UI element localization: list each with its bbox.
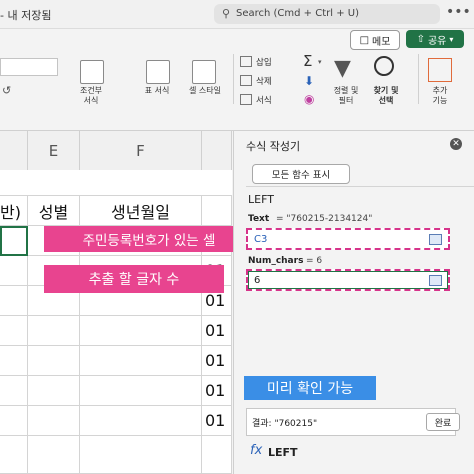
cell[interactable] bbox=[0, 406, 28, 436]
num-chars-input[interactable]: 6 bbox=[246, 269, 450, 291]
cell[interactable] bbox=[80, 316, 202, 346]
divider bbox=[246, 186, 474, 187]
cell-birthdate[interactable]: 01 bbox=[202, 376, 232, 406]
cell[interactable] bbox=[0, 316, 28, 346]
cell-reference-icon[interactable] bbox=[429, 275, 442, 286]
num-chars-preview: = 6 bbox=[306, 256, 323, 266]
format-label: 서식 bbox=[256, 96, 272, 106]
text-arg-value: C3 bbox=[254, 233, 268, 245]
find-select-label: 찾기 및 선택 bbox=[373, 86, 399, 105]
cell-header-birthdate[interactable]: 생년월일 bbox=[80, 196, 202, 226]
selected-cell[interactable] bbox=[0, 226, 28, 256]
clear-icon[interactable]: ◉ bbox=[304, 92, 314, 106]
divider bbox=[418, 54, 419, 104]
cell[interactable] bbox=[80, 346, 202, 376]
num-chars-label: Num_chars bbox=[248, 256, 304, 266]
fx-function-name: LEFT bbox=[268, 446, 298, 459]
memo-label: 메모 bbox=[372, 36, 391, 48]
addins-icon[interactable] bbox=[428, 58, 452, 82]
autosum-icon[interactable]: Σ bbox=[303, 52, 312, 70]
text-arg-input[interactable]: C3 bbox=[246, 228, 450, 250]
cell-style-icon[interactable] bbox=[192, 60, 216, 84]
table-format-icon[interactable] bbox=[146, 60, 170, 84]
document-title: - 내 저장됨 bbox=[0, 9, 52, 22]
cell[interactable] bbox=[0, 346, 28, 376]
sort-filter-label: 정렬 및 필터 bbox=[333, 86, 359, 105]
cell[interactable] bbox=[28, 406, 80, 436]
cell[interactable] bbox=[28, 376, 80, 406]
table-format-label: 표 서식 bbox=[144, 86, 170, 95]
conditional-format-icon[interactable] bbox=[80, 60, 104, 84]
search-placeholder: Search (Cmd + Ctrl + U) bbox=[236, 8, 359, 19]
cell[interactable] bbox=[28, 346, 80, 376]
share-icon: ⇧ bbox=[416, 33, 425, 45]
divider bbox=[0, 28, 474, 29]
blank-row bbox=[0, 170, 232, 196]
delete-icon[interactable] bbox=[240, 75, 252, 86]
chevron-down-icon: ▾ bbox=[449, 34, 454, 44]
cell[interactable] bbox=[28, 316, 80, 346]
column-header-d[interactable] bbox=[0, 131, 28, 171]
format-icon[interactable] bbox=[240, 94, 252, 105]
delete-label: 삭제 bbox=[256, 77, 272, 87]
search-icon: ⚲ bbox=[222, 7, 231, 20]
function-name: LEFT bbox=[248, 193, 274, 206]
conditional-format-label: 조건부 서식 bbox=[79, 86, 103, 105]
fill-icon[interactable]: ⬇ bbox=[304, 74, 314, 88]
divider bbox=[233, 54, 234, 104]
cell[interactable] bbox=[80, 376, 202, 406]
chevron-down-icon[interactable]: ▾ bbox=[318, 58, 322, 66]
column-header-e[interactable]: E bbox=[28, 131, 80, 171]
comment-icon: □ bbox=[359, 34, 370, 46]
cell[interactable] bbox=[0, 436, 28, 474]
show-all-functions-button[interactable]: 모든 함수 표시 bbox=[252, 164, 350, 184]
close-icon[interactable]: ✕ bbox=[450, 138, 462, 150]
more-icon[interactable]: ••• bbox=[446, 4, 471, 20]
cell-birthdate[interactable]: 01 bbox=[202, 316, 232, 346]
result-text: 결과: "760215" bbox=[252, 419, 318, 429]
text-arg-preview: = "760215-2134124" bbox=[276, 214, 373, 224]
annotation-label-cell: 주민등록번호가 있는 셀 bbox=[44, 226, 254, 252]
cell-birthdate[interactable]: 01 bbox=[202, 406, 232, 436]
cell-header-class[interactable]: 반) bbox=[0, 196, 28, 226]
cell-style-label: 셀 스타일 bbox=[189, 86, 221, 95]
insert-icon[interactable] bbox=[240, 56, 252, 67]
fx-icon: fx bbox=[250, 443, 263, 458]
share-button[interactable]: ⇧ 공유 ▾ bbox=[406, 30, 464, 48]
cell[interactable] bbox=[80, 406, 202, 436]
name-box[interactable] bbox=[0, 58, 58, 76]
text-arg-label: Text bbox=[248, 214, 270, 224]
cell-birthdate[interactable]: 01 bbox=[202, 346, 232, 376]
cell[interactable] bbox=[0, 376, 28, 406]
sort-filter-icon[interactable]: ▼ bbox=[334, 56, 351, 81]
num-chars-value: 6 bbox=[254, 274, 261, 286]
share-label: 공유 bbox=[427, 35, 447, 47]
cell-reference-icon[interactable] bbox=[429, 234, 442, 245]
cell[interactable] bbox=[202, 436, 232, 474]
find-icon[interactable] bbox=[374, 56, 394, 76]
annotation-label-count: 추출 할 글자 수 bbox=[44, 265, 224, 293]
memo-button[interactable]: □ 메모 bbox=[350, 30, 400, 50]
panel-title: 수식 작성기 bbox=[246, 140, 301, 153]
done-button[interactable]: 완료 bbox=[426, 413, 460, 431]
cell[interactable] bbox=[80, 436, 202, 474]
cell[interactable] bbox=[28, 436, 80, 474]
cell[interactable] bbox=[0, 256, 28, 286]
column-header-f[interactable]: F bbox=[80, 131, 202, 171]
cell[interactable] bbox=[202, 196, 232, 226]
annotation-label-preview: 미리 확인 가능 bbox=[244, 376, 376, 400]
undo-icon[interactable]: ↺ bbox=[2, 84, 11, 97]
cell-header-gender[interactable]: 성별 bbox=[28, 196, 80, 226]
addins-label: 추가 기능 bbox=[432, 86, 448, 105]
column-header-g[interactable] bbox=[202, 131, 232, 171]
cell[interactable] bbox=[0, 286, 28, 316]
insert-label: 삽입 bbox=[256, 58, 272, 68]
